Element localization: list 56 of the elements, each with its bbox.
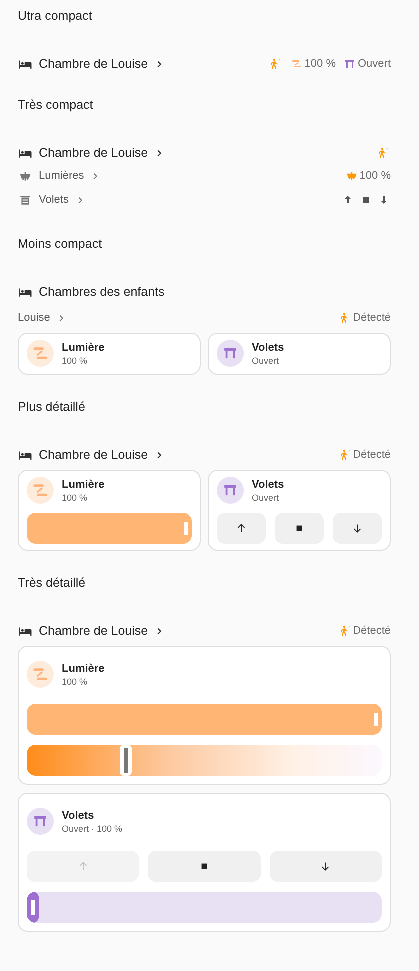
walking-person-icon <box>268 58 281 70</box>
state-text: 100 % <box>360 170 391 182</box>
tile-state: 100 % <box>62 356 89 366</box>
tile-state: Ouvert <box>252 356 280 366</box>
badge-text: 100 % <box>304 58 336 70</box>
light-icon <box>27 477 54 504</box>
walking-person-icon <box>339 449 352 461</box>
slider-handle[interactable] <box>27 892 39 923</box>
area-name: Chambres des enfants <box>39 285 165 299</box>
shutter-icon <box>217 340 244 367</box>
tile-name: Volets <box>252 478 284 490</box>
light-icon <box>27 340 54 367</box>
area-link[interactable]: Chambre de Louise <box>39 146 166 160</box>
section-title: Plus détaillé <box>18 399 86 415</box>
slider[interactable] <box>27 892 382 923</box>
section-title: Utra compact <box>18 8 94 24</box>
badge-text: Détecté <box>353 625 391 637</box>
tile-state: Ouvert <box>252 492 280 502</box>
shutter-icon <box>27 808 54 835</box>
shutter-icon <box>344 58 356 70</box>
walking-person-icon <box>377 147 389 159</box>
tile-state: 100 % <box>62 676 89 686</box>
blinds-icon <box>19 194 32 206</box>
group-link[interactable]: Lumières <box>39 170 84 182</box>
badge-text: Ouvert <box>358 58 391 70</box>
badge-text: Détecté <box>353 312 391 324</box>
slider[interactable] <box>27 704 382 735</box>
chandelier-icon <box>346 170 358 182</box>
stop-icon <box>360 194 372 206</box>
shutter-icon <box>217 477 244 504</box>
slider-handle[interactable] <box>370 704 382 735</box>
walking-person-icon <box>339 625 352 637</box>
section-title: Moins compact <box>18 236 104 252</box>
light-icon <box>290 58 303 70</box>
tile-name: Volets <box>252 342 284 354</box>
tile-name: Lumière <box>62 662 105 674</box>
section-title: Très compact <box>18 97 94 113</box>
arrow-up-icon <box>235 522 248 535</box>
tile-name: Lumière <box>62 342 105 354</box>
slider-handle[interactable] <box>180 513 192 544</box>
badge-text: Détecté <box>353 449 391 461</box>
tile-name: Lumière <box>62 478 105 490</box>
tile-name: Volets <box>62 810 96 822</box>
chandelier-icon <box>19 170 32 182</box>
area-link[interactable]: Chambre de Louise <box>39 448 166 462</box>
group-link[interactable]: Volets <box>39 194 69 206</box>
area-link[interactable]: Louise <box>18 312 50 324</box>
area-link[interactable]: Chambre de Louise <box>39 57 166 71</box>
tile-state: 100 % <box>62 492 89 502</box>
arrow-down-icon <box>351 522 364 535</box>
area-link[interactable]: Chambre de Louise <box>39 624 166 638</box>
slider[interactable] <box>27 745 382 776</box>
light-icon <box>27 661 54 688</box>
slider[interactable] <box>27 513 192 544</box>
tile-state: Ouvert · 100 % <box>62 824 123 834</box>
section-title: Très détaillé <box>18 575 87 591</box>
